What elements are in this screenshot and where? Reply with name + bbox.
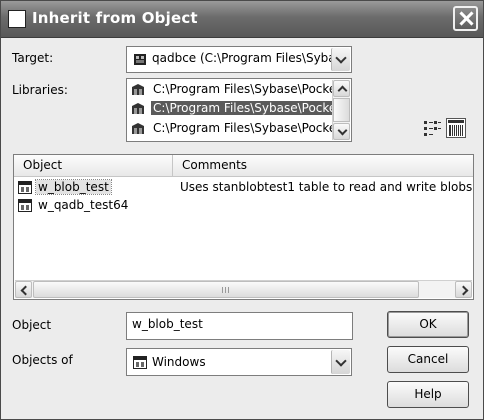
library-item[interactable]: C:\Program Files\Sybase\Pocke <box>129 119 333 137</box>
window-object-icon <box>133 356 147 369</box>
details-view-icon[interactable] <box>446 118 466 138</box>
objects-of-label: Objects of <box>12 353 73 367</box>
horizontal-scroll-thumb[interactable] <box>33 281 419 298</box>
target-value: qadbce (C:\Program Files\Sybase <box>152 51 332 65</box>
list-item[interactable]: w_qadb_test64 <box>14 197 473 214</box>
libraries-label: Libraries: <box>12 83 68 97</box>
list-item[interactable]: w_blob_test Uses stanblobtest1 table to … <box>14 179 473 196</box>
arrow-left-icon <box>20 285 31 296</box>
window-object-icon <box>18 199 32 212</box>
objects-of-dropdown[interactable]: Windows <box>126 348 352 376</box>
library-path: C:\Program Files\Sybase\Pocke <box>151 101 333 115</box>
cancel-button[interactable]: Cancel <box>387 346 469 373</box>
list-header: Object Comments <box>14 155 473 177</box>
window-object-icon <box>18 181 32 194</box>
library-path: C:\Program Files\Sybase\Pocke <box>153 121 333 135</box>
arrow-right-icon <box>458 285 469 296</box>
chevron-down-icon <box>335 355 347 367</box>
grip-line <box>228 287 229 293</box>
grip-line <box>225 287 226 293</box>
scroll-up-button[interactable] <box>333 80 350 97</box>
object-comment: Uses stanblobtest1 table to read and wri… <box>180 180 474 194</box>
library-item[interactable]: C:\Program Files\Sybase\Pocke <box>129 99 333 117</box>
objects-list[interactable]: Object Comments w_blob_test Uses stanblo… <box>13 154 474 300</box>
target-label: Target: <box>12 51 54 65</box>
list-view-icon[interactable] <box>422 118 442 138</box>
scroll-left-button[interactable] <box>15 281 32 298</box>
objects-horizontal-scrollbar[interactable] <box>15 280 472 298</box>
target-dropdown[interactable]: qadbce (C:\Program Files\Sybase <box>126 46 352 73</box>
library-item[interactable]: C:\Program Files\Sybase\Pocke <box>129 80 333 98</box>
scroll-right-button[interactable] <box>455 281 472 298</box>
column-header-comments[interactable]: Comments <box>173 155 473 176</box>
object-name: w_blob_test <box>35 179 112 195</box>
objects-of-value: Windows <box>152 355 206 369</box>
window-icon <box>8 10 26 28</box>
window-title: Inherit from Object <box>32 9 198 27</box>
scroll-down-button[interactable] <box>333 123 350 140</box>
grip-line <box>222 287 223 293</box>
chevron-down-icon <box>335 52 347 64</box>
inherit-dialog: Inherit from Object Target: qadbce (C:\P… <box>0 0 484 420</box>
title-bar: Inherit from Object <box>1 1 483 38</box>
scroll-thumb[interactable] <box>333 98 350 122</box>
library-icon <box>132 84 144 95</box>
library-path: C:\Program Files\Sybase\Pocke <box>153 82 333 96</box>
database-icon <box>134 54 146 65</box>
target-dropdown-button[interactable] <box>331 48 350 71</box>
close-button[interactable] <box>453 6 478 31</box>
arrow-up-icon <box>337 85 348 96</box>
arrow-down-icon <box>337 125 348 136</box>
libraries-scrollbar[interactable] <box>332 80 350 140</box>
object-label: Object <box>12 318 52 332</box>
library-icon <box>132 103 144 114</box>
help-button[interactable]: Help <box>387 381 469 408</box>
libraries-list[interactable]: C:\Program Files\Sybase\Pocke C:\Program… <box>126 78 352 142</box>
object-name: w_qadb_test64 <box>38 198 129 212</box>
column-header-object[interactable]: Object <box>14 155 173 176</box>
object-input[interactable]: w_blob_test <box>126 312 353 340</box>
library-icon <box>132 123 144 134</box>
ok-button[interactable]: OK <box>387 311 469 338</box>
objects-of-dropdown-button[interactable] <box>331 350 350 374</box>
